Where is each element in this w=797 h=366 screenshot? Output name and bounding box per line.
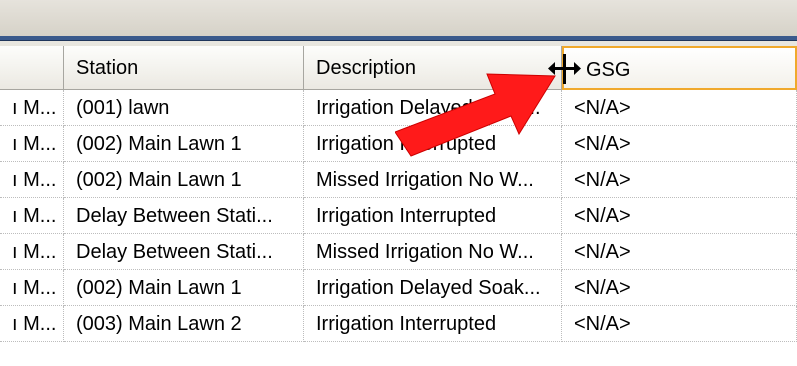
cell-gsg: <N/A> (562, 306, 797, 342)
table-row[interactable]: ı M... Delay Between Stati... Missed Irrig… (0, 234, 797, 270)
cell-col0: ı M... (0, 270, 64, 306)
toolbar-area (0, 0, 797, 36)
column-header-station[interactable]: Station (64, 46, 304, 90)
cell-description: Irrigation Interrupted (304, 198, 562, 234)
cell-station: (002) Main Lawn 1 (64, 126, 304, 162)
cell-station: (002) Main Lawn 1 (64, 162, 304, 198)
cell-col0: ı M... (0, 198, 64, 234)
cell-station: Delay Between Stati... (64, 234, 304, 270)
cell-gsg: <N/A> (562, 234, 797, 270)
cell-gsg: <N/A> (562, 270, 797, 306)
cell-station: (001) lawn (64, 90, 304, 126)
cell-col0: ı M... (0, 90, 64, 126)
cell-gsg: <N/A> (562, 198, 797, 234)
table-row[interactable]: ı M... (002) Main Lawn 1 Irrigation Delaye… (0, 270, 797, 306)
cell-col0: ı M... (0, 306, 64, 342)
cell-station: Delay Between Stati... (64, 198, 304, 234)
cell-col0: ı M... (0, 126, 64, 162)
column-header-0[interactable] (0, 46, 64, 90)
cell-description: Irrigation Interrupted (304, 306, 562, 342)
cell-col0: ı M... (0, 234, 64, 270)
cell-description: Missed Irrigation No W... (304, 234, 562, 270)
cell-col0: ı M... (0, 162, 64, 198)
cell-gsg: <N/A> (562, 162, 797, 198)
column-resize-cursor-icon (548, 54, 581, 84)
cell-station: (002) Main Lawn 1 (64, 270, 304, 306)
table-row[interactable]: ı M... (003) Main Lawn 2 Irrigation Interr… (0, 306, 797, 342)
cell-station: (003) Main Lawn 2 (64, 306, 304, 342)
red-arrow-annotation (395, 73, 556, 157)
cell-description: Irrigation Delayed Soak... (304, 270, 562, 306)
column-header-gsg[interactable]: GSG (562, 46, 797, 90)
cell-gsg: <N/A> (562, 90, 797, 126)
table-row[interactable]: ı M... Delay Between Stati... Irrigation I… (0, 198, 797, 234)
cell-gsg: <N/A> (562, 126, 797, 162)
